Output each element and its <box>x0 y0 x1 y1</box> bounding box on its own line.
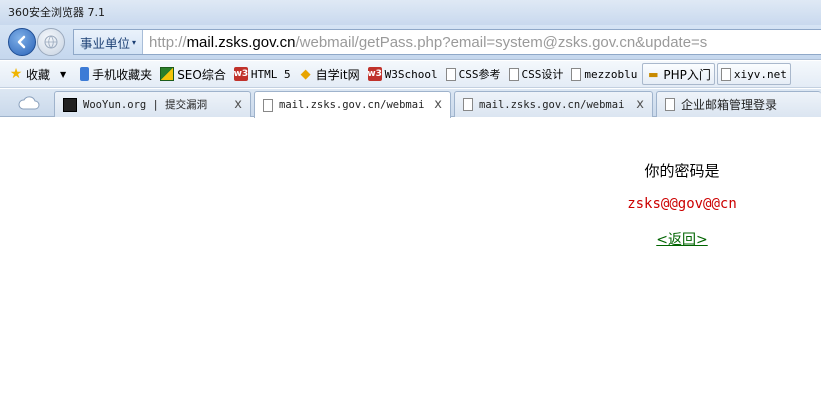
page-icon <box>445 67 456 81</box>
tab-label: mail.zsks.gov.cn/webmai <box>479 98 625 111</box>
url-domain: mail.zsks.gov.cn <box>186 33 296 51</box>
url-path: /webmail/getPass.php?email=system@zsks.g… <box>295 33 708 51</box>
close-icon[interactable]: x <box>234 97 242 112</box>
tab-enterprise-mail-login[interactable]: 企业邮箱管理登录 <box>656 91 821 117</box>
page-icon <box>720 67 731 81</box>
bookmark-xiyv[interactable]: xiyv.net <box>716 63 791 85</box>
password-heading: 你的密码是 <box>644 162 720 180</box>
address-bar[interactable]: 事业单位 ▾ http://mail.zsks.gov.cn/webmail/g… <box>73 29 821 55</box>
bookmark-seo[interactable]: SEO综合 <box>157 63 229 85</box>
bookmark-zixueit[interactable]: ◆ 自学it网 <box>296 63 363 85</box>
navigation-bar: 事业单位 ▾ http://mail.zsks.gov.cn/webmail/g… <box>0 25 821 60</box>
bookmark-label: CSS设计 <box>521 68 564 81</box>
bookmark-mobile-favorites[interactable]: 手机收藏夹 <box>77 63 155 85</box>
bookmark-label: W3School <box>384 67 438 81</box>
url-prefix: http:// <box>149 33 187 51</box>
window-title-bar: 360安全浏览器 7.1 <box>0 0 821 25</box>
tab-label: WooYun.org | 提交漏洞 <box>83 99 208 111</box>
bookmark-css-reference[interactable]: CSS参考 <box>443 63 504 85</box>
bookmark-label: xiyv.net <box>733 67 787 81</box>
bookmark-label: mezzoblu <box>584 67 638 81</box>
page-icon <box>571 67 582 81</box>
page-icon <box>263 98 273 112</box>
back-button[interactable] <box>8 28 36 56</box>
tab-label: 企业邮箱管理登录 <box>681 98 778 112</box>
bookmark-html5[interactable]: w3 HTML 5 <box>231 63 294 85</box>
bookmark-label: CSS参考 <box>458 68 501 81</box>
close-icon[interactable]: x <box>636 97 644 112</box>
w3-icon: w3 <box>233 67 249 81</box>
site-category-label: 事业单位 <box>80 35 131 51</box>
tab-mail-getpass[interactable]: mail.zsks.gov.cn/webmai x <box>254 91 451 118</box>
url-input[interactable]: http://mail.zsks.gov.cn/webmail/getPass.… <box>143 34 707 51</box>
bookmark-label: 手机收藏夹 <box>92 67 153 82</box>
bookmark-label: SEO综合 <box>177 67 226 82</box>
caret-down-icon: ▼ <box>60 69 67 79</box>
forward-button[interactable] <box>37 28 65 56</box>
password-value: zsks@@gov@@cn <box>627 196 737 212</box>
site-category-dropdown[interactable]: 事业单位 ▾ <box>74 30 144 54</box>
bookmark-label: 自学it网 <box>315 67 360 82</box>
bookmark-css-design[interactable]: CSS设计 <box>506 63 567 85</box>
back-arrow-icon <box>17 35 26 49</box>
phone-icon <box>80 67 90 81</box>
close-icon[interactable]: x <box>434 97 442 112</box>
bookmark-mezzoblu[interactable]: mezzoblu <box>568 63 640 85</box>
tab-label: mail.zsks.gov.cn/webmai <box>279 99 425 111</box>
star-icon: ★ <box>9 66 23 82</box>
tab-wooyun[interactable]: WooYun.org | 提交漏洞 x <box>54 91 251 117</box>
bookmark-label: PHP入门 <box>663 67 711 82</box>
globe-icon <box>44 35 58 49</box>
page-icon <box>463 98 473 111</box>
graduation-cap-icon: ◆ <box>300 66 311 82</box>
back-link[interactable]: <返回> <box>600 229 764 249</box>
page-icon <box>665 98 675 111</box>
bookmarks-bar: ★ 收藏 ▼ 手机收藏夹 SEO综合 w3 HTML 5 ◆ 自学it网 w3 … <box>0 61 821 88</box>
tab-bar: WooYun.org | 提交漏洞 x mail.zsks.gov.cn/web… <box>0 89 821 118</box>
window-title: 360安全浏览器 7.1 <box>8 6 105 19</box>
bookmark-label: HTML 5 <box>250 67 291 81</box>
cloud-icon[interactable] <box>18 95 40 111</box>
page-icon <box>508 67 519 81</box>
caret-down-icon: ▾ <box>132 37 137 47</box>
bookmark-w3school[interactable]: w3 W3School <box>365 63 441 85</box>
w3-icon: w3 <box>367 67 382 81</box>
php-icon: ▬ <box>648 67 659 81</box>
bookmark-php-intro[interactable]: ▬ PHP入门 <box>642 63 715 85</box>
tab-mail-2[interactable]: mail.zsks.gov.cn/webmai x <box>454 91 653 117</box>
wooyun-icon <box>63 97 77 112</box>
bookmark-favorites[interactable]: ★ 收藏 ▼ <box>6 63 69 85</box>
page-content: 你的密码是 zsks@@gov@@cn <返回> <box>0 118 821 415</box>
seo-icon <box>160 67 175 81</box>
bookmark-label: 收藏 <box>26 67 51 82</box>
